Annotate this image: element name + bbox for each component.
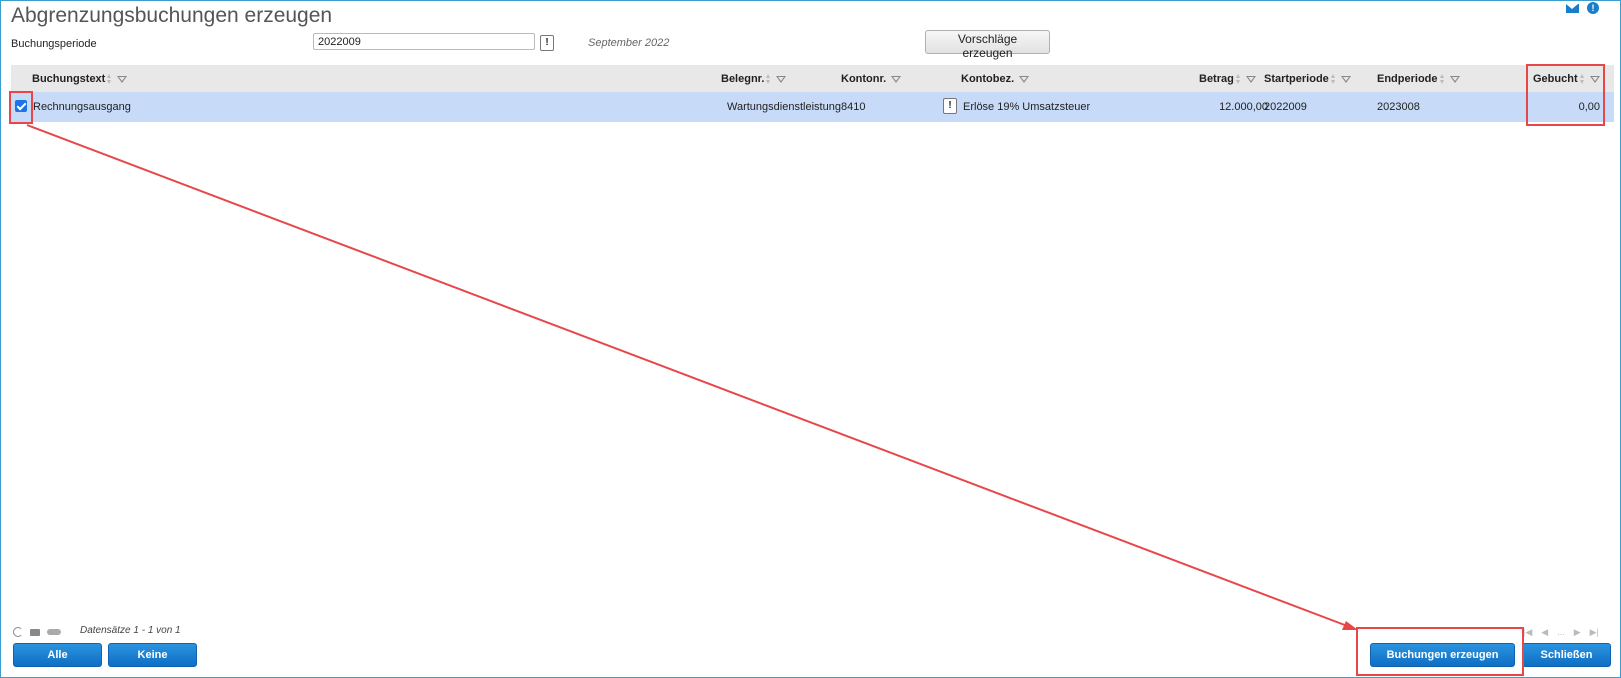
sort-icon[interactable]	[766, 74, 771, 84]
filter-icon[interactable]	[776, 75, 787, 83]
sort-icon[interactable]	[1235, 74, 1241, 84]
grid-header: Buchungstext Belegnr. Kontonr. Kontobez.…	[11, 65, 1614, 92]
filter-icon[interactable]	[1589, 75, 1600, 83]
mail-icon[interactable]	[1566, 4, 1579, 13]
last-page-icon[interactable]: ▶|	[1590, 627, 1599, 638]
cell-endperiode: 2023008	[1377, 101, 1420, 113]
col-header-kontobez[interactable]: Kontobez.	[961, 73, 1030, 85]
col-header-gebucht[interactable]: Gebucht	[1533, 73, 1600, 85]
row-checkbox[interactable]	[15, 100, 27, 112]
cell-startperiode: 2022009	[1264, 101, 1307, 113]
cell-buchungstext: Rechnungsausgang	[33, 101, 131, 113]
col-header-kontonr[interactable]: Kontonr.	[841, 73, 902, 85]
select-all-button[interactable]: Alle	[13, 643, 102, 667]
next-page-icon[interactable]: ▶	[1574, 627, 1581, 638]
toggle-icon[interactable]	[47, 629, 61, 635]
cell-gebucht: 0,00	[1578, 101, 1600, 113]
period-lookup-button[interactable]: !	[540, 35, 554, 51]
help-icon[interactable]: !	[1587, 2, 1599, 14]
col-header-buchungstext[interactable]: Buchungstext	[32, 73, 128, 85]
sort-icon[interactable]	[1439, 74, 1445, 84]
page-more[interactable]: ...	[1557, 627, 1565, 638]
print-icon[interactable]	[30, 628, 40, 636]
filter-icon[interactable]	[117, 75, 128, 83]
account-lookup-button[interactable]: !	[943, 98, 957, 114]
period-text: September 2022	[588, 37, 670, 49]
filter-icon[interactable]	[891, 75, 902, 83]
sort-icon[interactable]	[1579, 74, 1585, 84]
first-page-icon[interactable]: |◀	[1523, 627, 1532, 638]
filter-icon[interactable]	[1449, 75, 1460, 83]
select-none-button[interactable]: Keine	[108, 643, 197, 667]
col-header-startperiode[interactable]: Startperiode	[1264, 73, 1351, 85]
close-button[interactable]: Schließen	[1522, 643, 1611, 667]
record-count: Datensätze 1 - 1 von 1	[80, 625, 181, 636]
prev-page-icon[interactable]: ◀	[1541, 627, 1548, 638]
cell-kontobez: Erlöse 19% Umsatzsteuer	[963, 101, 1091, 113]
filter-icon[interactable]	[1019, 75, 1030, 83]
pager: |◀ ◀ ... ▶ ▶|	[1523, 627, 1599, 638]
period-label: Buchungsperiode	[11, 38, 97, 50]
sort-icon[interactable]	[1330, 74, 1336, 84]
page-title: Abgrenzungsbuchungen erzeugen	[11, 4, 333, 27]
table-row[interactable]: Rechnungsausgang Wartungsdienstleistung …	[11, 92, 1614, 122]
cell-betrag: 12.000,00	[1219, 101, 1268, 113]
period-input[interactable]	[313, 33, 535, 50]
filter-icon[interactable]	[1245, 75, 1256, 83]
footer-icons	[13, 627, 61, 637]
suggest-button[interactable]: Vorschläge erzeugen	[925, 30, 1050, 60]
create-bookings-button[interactable]: Buchungen erzeugen	[1370, 643, 1515, 667]
col-header-belegnr[interactable]: Belegnr.	[721, 73, 787, 85]
top-icons: !	[1566, 2, 1599, 14]
col-header-endperiode[interactable]: Endperiode	[1377, 73, 1460, 85]
col-header-betrag[interactable]: Betrag	[1199, 73, 1256, 85]
refresh-icon[interactable]	[13, 627, 23, 637]
filter-icon[interactable]	[1340, 75, 1351, 83]
cell-belegnr: Wartungsdienstleistung	[727, 101, 841, 113]
cell-kontonr: 8410	[841, 101, 866, 113]
sort-icon[interactable]	[107, 74, 112, 84]
